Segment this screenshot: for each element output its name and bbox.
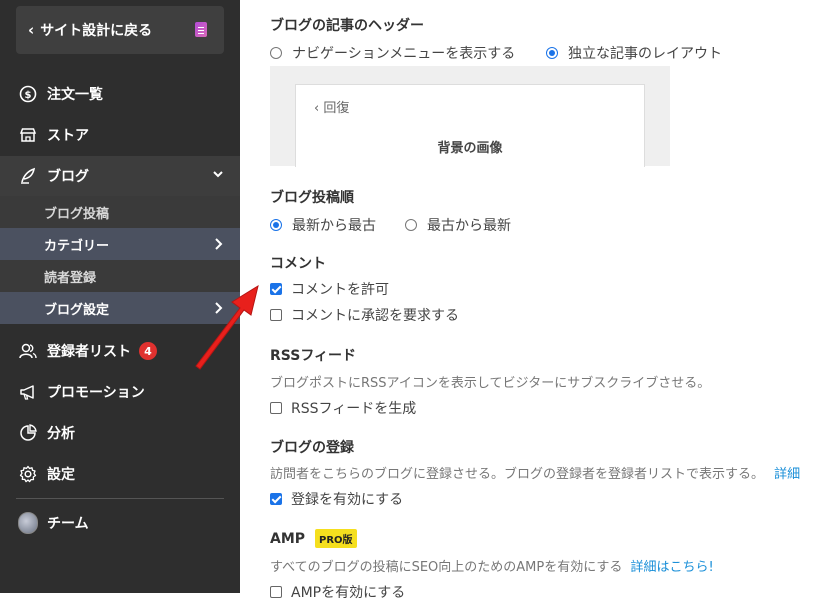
checkbox-enable-amp[interactable]: AMPを有効にする — [270, 582, 405, 602]
sidebar-item-label: ストア — [47, 128, 89, 144]
sidebar-item-analytics[interactable]: 分析 — [0, 413, 240, 453]
checkbox-label: RSSフィードを生成 — [291, 401, 417, 417]
chevron-right-icon — [212, 301, 224, 319]
radio-button[interactable] — [270, 47, 282, 59]
store-icon — [18, 125, 38, 145]
checkbox[interactable] — [270, 586, 282, 598]
checkbox[interactable] — [270, 402, 282, 414]
sidebar-sub-categories[interactable]: カテゴリー — [0, 228, 240, 260]
checkbox-allow-comments[interactable]: コメントを許可 — [270, 279, 389, 299]
checkbox-checked[interactable] — [270, 283, 282, 295]
radio-label: 最新から最古 — [292, 218, 376, 234]
header-section-title: ブログの記事のヘッダー — [270, 18, 424, 34]
header-layout-preview: ‹ 回復 背景の画像 — [270, 66, 670, 167]
sidebar-sub-label: ブログ投稿 — [44, 206, 110, 222]
sidebar-item-label: チーム — [47, 516, 89, 532]
blog-settings-panel: ブログの記事のヘッダー ナビゲーションメニューを表示する 独立な記事のレイアウト… — [240, 0, 824, 601]
team-avatar-icon — [18, 512, 38, 534]
sidebar-sub-label: ブログ設定 — [44, 302, 110, 318]
back-label: サイト設計に戻る — [40, 23, 153, 39]
chevron-left-icon: ‹ — [28, 21, 35, 39]
quill-icon — [18, 166, 38, 186]
checkbox-label: 登録を有効にする — [291, 492, 404, 508]
chevron-right-icon — [212, 237, 224, 255]
svg-text:$: $ — [25, 90, 32, 101]
gear-icon — [18, 464, 38, 484]
sidebar-item-label: 設定 — [47, 467, 75, 483]
order-section-title: ブログ投稿順 — [270, 190, 354, 206]
sidebar-sub-label: カテゴリー — [44, 238, 110, 254]
rss-description: ブログポストにRSSアイコンを表示してビジターにサブスクライブさせる。 — [270, 376, 711, 391]
learn-more-link[interactable]: 詳細はこちら! — [631, 560, 714, 575]
checkbox-enable-subscription[interactable]: 登録を有効にする — [270, 489, 403, 509]
sidebar-item-store[interactable]: ストア — [0, 115, 240, 155]
sidebar-item-blog[interactable]: ブログ — [0, 156, 240, 196]
checkbox-require-approval[interactable]: コメントに承認を要求する — [270, 305, 459, 325]
radio-independent-layout[interactable]: 独立な記事のレイアウト — [546, 43, 722, 63]
sidebar-item-label: 登録者リスト — [47, 344, 131, 360]
radio-label: ナビゲーションメニューを表示する — [292, 46, 516, 62]
checkbox[interactable] — [270, 309, 282, 321]
back-to-site-design-button[interactable]: ‹ サイト設計に戻る — [16, 6, 224, 54]
radio-button-selected[interactable] — [546, 47, 558, 59]
sidebar-item-team[interactable]: チーム — [0, 503, 240, 543]
sidebar-item-label: 分析 — [47, 426, 75, 442]
sidebar-sub-subscribers[interactable]: 読者登録 — [0, 260, 240, 292]
amp-desc-text: すべてのブログの投稿にSEO向上のためのAMPを有効にする — [270, 560, 623, 575]
sidebar-sub-blog-posts[interactable]: ブログ投稿 — [0, 196, 240, 228]
chevron-down-icon — [212, 168, 224, 184]
sidebar-item-promotion[interactable]: プロモーション — [0, 372, 240, 412]
sidebar-divider — [16, 498, 224, 499]
dollar-circle-icon: $ — [18, 84, 38, 104]
users-icon — [18, 341, 38, 361]
sidebar-item-label: ブログ — [47, 169, 89, 185]
sidebar-sub-label: 読者登録 — [44, 270, 97, 286]
radio-newest-first[interactable]: 最新から最古 — [270, 215, 376, 235]
radio-button[interactable] — [405, 219, 417, 231]
rss-section-title: RSSフィード — [270, 348, 357, 364]
amp-section-title: AMP PRO版 — [270, 529, 357, 548]
preview-back-label: 回復 — [323, 101, 350, 116]
document-icon — [195, 22, 207, 37]
checkbox-label: AMPを有効にする — [291, 585, 406, 601]
radio-label: 最古から最新 — [427, 218, 511, 234]
pro-badge: PRO版 — [315, 529, 357, 548]
subscribe-section-title: ブログの登録 — [270, 440, 354, 456]
radio-navigation-menu[interactable]: ナビゲーションメニューを表示する — [270, 43, 515, 63]
subscribe-desc-text: 訪問者をこちらのブログに登録させる。ブログの登録者を登録者リストで表示する。 — [270, 467, 765, 482]
preview-back-link: ‹ 回復 — [314, 97, 349, 116]
checkbox-label: コメントを許可 — [291, 282, 389, 298]
sidebar-item-label: 注文一覧 — [47, 87, 103, 103]
details-link[interactable]: 詳細 — [774, 467, 800, 482]
checkbox-checked[interactable] — [270, 493, 282, 505]
sidebar-item-subscriber-list[interactable]: 登録者リスト 4 — [0, 331, 240, 371]
sidebar-item-settings[interactable]: 設定 — [0, 454, 240, 494]
subscribe-description: 訪問者をこちらのブログに登録させる。ブログの登録者を登録者リストで表示する。 詳… — [270, 463, 800, 482]
checkbox-generate-rss[interactable]: RSSフィードを生成 — [270, 398, 416, 418]
preview-title: 背景の画像 — [437, 141, 503, 156]
chevron-left-icon: ‹ — [314, 101, 320, 116]
sidebar-item-label: プロモーション — [47, 385, 145, 401]
amp-title: AMP — [270, 530, 306, 547]
count-badge: 4 — [139, 342, 157, 360]
sidebar-item-orders[interactable]: $ 注文一覧 — [0, 74, 240, 114]
radio-label: 独立な記事のレイアウト — [568, 46, 722, 62]
radio-oldest-first[interactable]: 最古から最新 — [405, 215, 511, 235]
megaphone-icon — [18, 382, 38, 402]
avatar — [18, 512, 38, 534]
pie-chart-icon — [18, 423, 38, 443]
sidebar-sub-blog-settings[interactable]: ブログ設定 — [0, 292, 240, 324]
amp-description: すべてのブログの投稿にSEO向上のためのAMPを有効にする 詳細はこちら! — [270, 556, 714, 575]
radio-button-selected[interactable] — [270, 219, 282, 231]
preview-card: ‹ 回復 背景の画像 — [295, 84, 645, 167]
comment-section-title: コメント — [270, 256, 326, 272]
sidebar: ‹ サイト設計に戻る $ 注文一覧 ストア ブログ ブログ投稿 カテゴリー 読者… — [0, 0, 240, 593]
checkbox-label: コメントに承認を要求する — [291, 308, 459, 324]
